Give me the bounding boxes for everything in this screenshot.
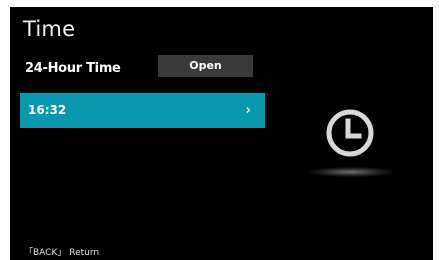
time-value: 16:32 (28, 103, 67, 117)
time-setting-item[interactable]: 16:32 › (20, 93, 265, 128)
clock-icon (326, 109, 374, 157)
page-title: Time (23, 17, 76, 41)
back-return-hint: 「BACK」 Return (24, 248, 100, 258)
hour-format-toggle-button[interactable]: Open (158, 55, 253, 77)
hour-format-label: 24-Hour Time (25, 61, 121, 76)
clock-reflection (308, 167, 394, 177)
tv-settings-screen: Time 24-Hour Time Open 16:32 › 「BACK」 Re… (10, 7, 433, 260)
chevron-right-icon: › (245, 103, 251, 118)
